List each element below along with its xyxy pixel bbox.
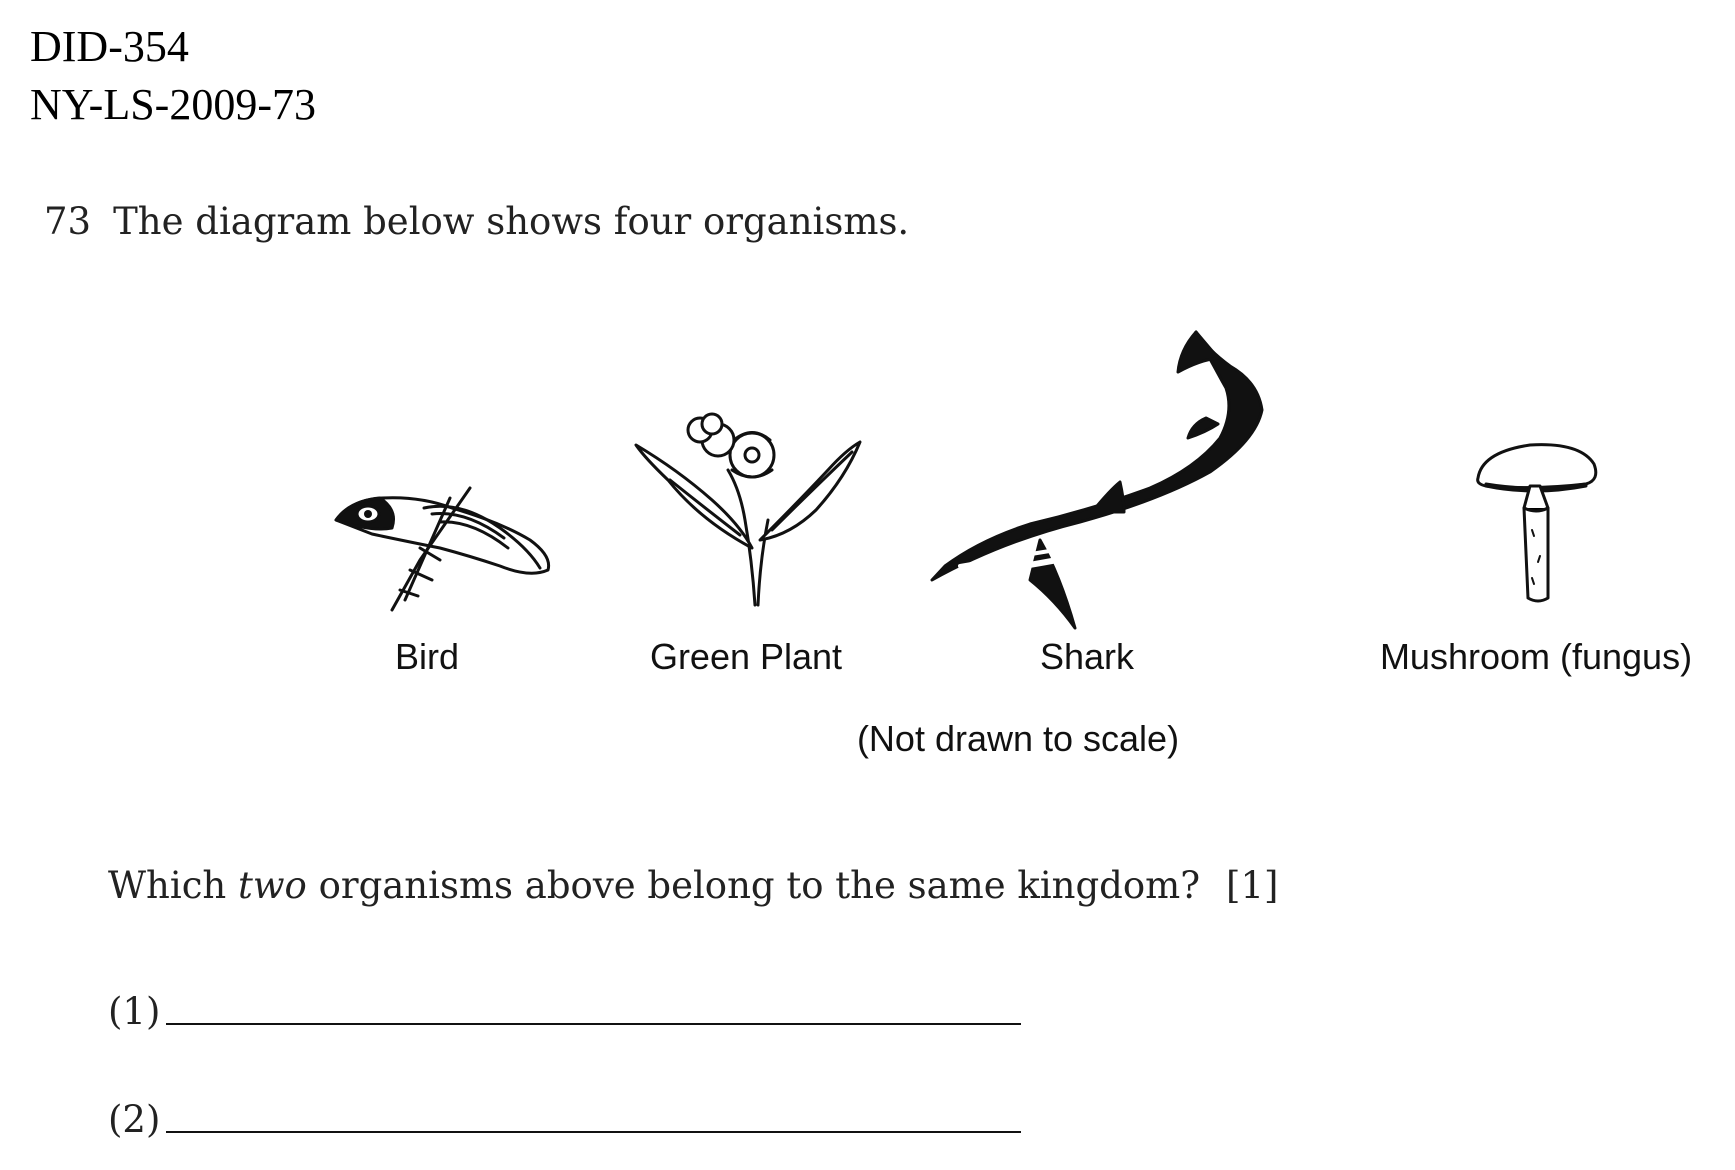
prompt-text-after: organisms above belong to the same kingd…	[306, 864, 1201, 907]
flower-icon	[634, 412, 862, 607]
prompt-emphasis: two	[238, 864, 307, 907]
organism-label-shark: Shark	[1039, 636, 1135, 677]
organism-label-mushroom: Mushroom (fungus)	[1379, 636, 1693, 677]
question-prompt: Which two organisms above belong to the …	[108, 864, 1278, 907]
answer-blank-1[interactable]	[166, 1023, 1022, 1025]
scale-note: (Not drawn to scale)	[856, 718, 1180, 759]
mushroom-icon	[1476, 443, 1598, 603]
bird-icon	[334, 486, 551, 612]
answer-blank-2[interactable]	[166, 1131, 1022, 1133]
point-value: [1]	[1226, 864, 1279, 907]
answer-line-1[interactable]: (1)	[108, 990, 1022, 1033]
answer-number-2: (2)	[108, 1098, 161, 1141]
answer-number-1: (1)	[108, 990, 161, 1033]
prompt-text-before: Which	[108, 864, 239, 907]
organism-label-green-plant: Green Plant	[649, 636, 843, 677]
shark-icon	[930, 330, 1264, 630]
organism-label-bird: Bird	[394, 636, 460, 677]
answer-line-2[interactable]: (2)	[108, 1098, 1022, 1141]
